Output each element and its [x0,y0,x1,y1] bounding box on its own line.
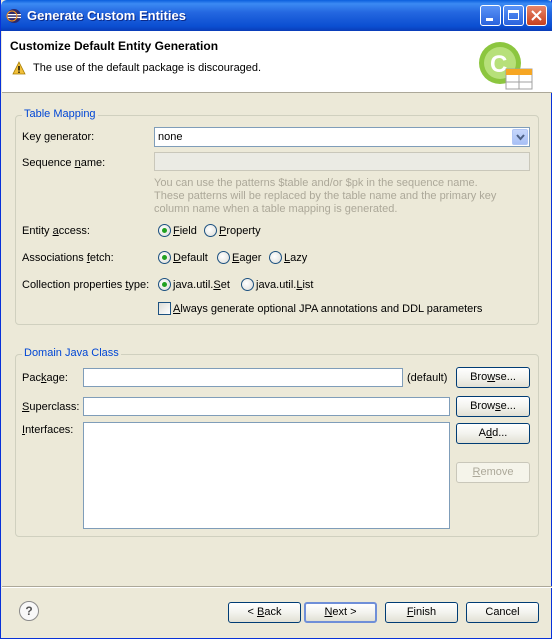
always-generate-label[interactable]: Always generate optional JPA annotations… [173,303,482,315]
wizard-header: Customize Default Entity Generation The … [2,31,552,93]
superclass-field[interactable] [83,397,450,416]
footer-separator [2,586,552,588]
close-button[interactable] [526,5,547,26]
maximize-icon [508,10,519,20]
selected-dot [162,282,167,287]
default-fetch-label[interactable]: Default [173,252,208,264]
finish-button[interactable]: Finish [385,602,458,623]
key-generator-label: Key generator: [22,131,95,143]
page-title: Customize Default Entity Generation [10,39,219,53]
always-generate-checkbox[interactable] [158,302,171,315]
window-title: Generate Custom Entities [27,8,186,23]
browse-superclass-button[interactable]: Browse... [456,396,530,417]
warning-icon [12,61,26,75]
key-generator-combo[interactable]: none [154,127,530,147]
remove-interface-button[interactable]: Remove [456,462,530,483]
maximize-button[interactable] [503,5,524,26]
minimize-button[interactable] [480,5,501,26]
cancel-button[interactable]: Cancel [466,602,539,623]
close-icon [531,10,542,21]
lazy-fetch-label[interactable]: Lazy [284,252,307,264]
package-label: Package: [22,372,68,384]
browse-package-button[interactable]: Browse... [456,367,530,388]
title-bar[interactable]: Generate Custom Entities [1,0,552,31]
eager-fetch-label[interactable]: Eager [232,252,261,264]
interfaces-list[interactable] [83,422,450,529]
default-fetch-radio[interactable] [158,251,171,264]
lazy-fetch-radio[interactable] [269,251,282,264]
package-field[interactable] [83,368,403,387]
interfaces-label: Interfaces: [22,424,74,436]
collection-type-label: Collection properties type: [22,279,150,291]
help-icon[interactable]: ? [19,601,39,621]
sequence-hint: You can use the patterns $table and/or $… [154,177,497,215]
dropdown-button[interactable] [512,129,528,145]
minimize-icon [486,18,493,21]
wizard-window: Generate Custom Entities Customize Defau… [0,0,552,639]
domain-java-class-label: Domain Java Class [22,347,121,359]
svg-text:C: C [490,51,507,78]
selected-dot [162,228,167,233]
key-generator-value: none [158,131,183,143]
next-button[interactable]: Next > [304,602,377,623]
back-button[interactable]: < Back [228,602,301,623]
property-radio[interactable] [204,224,217,237]
list-collection-radio[interactable] [241,278,254,291]
list-collection-label[interactable]: java.util.List [256,279,313,291]
set-collection-label[interactable]: java.util.Set [173,279,230,291]
field-radio-label[interactable]: Field [173,225,197,237]
field-radio[interactable] [158,224,171,237]
table-mapping-label: Table Mapping [22,108,98,120]
superclass-label: Superclass: [22,401,80,413]
sequence-name-field[interactable] [154,152,530,171]
eager-fetch-radio[interactable] [217,251,230,264]
property-radio-label[interactable]: Property [219,225,261,237]
associations-fetch-label: Associations fetch: [22,252,114,264]
set-collection-radio[interactable] [158,278,171,291]
chevron-down-icon [516,134,525,141]
eclipse-icon [6,9,21,23]
sequence-name-label: Sequence name: [22,157,106,169]
entity-generation-icon: C [479,42,533,90]
package-default-label: (default) [407,372,448,384]
selected-dot [162,255,167,260]
header-message: The use of the default package is discou… [33,62,262,74]
add-interface-button[interactable]: Add... [456,423,530,444]
entity-access-label: Entity access: [22,225,90,237]
